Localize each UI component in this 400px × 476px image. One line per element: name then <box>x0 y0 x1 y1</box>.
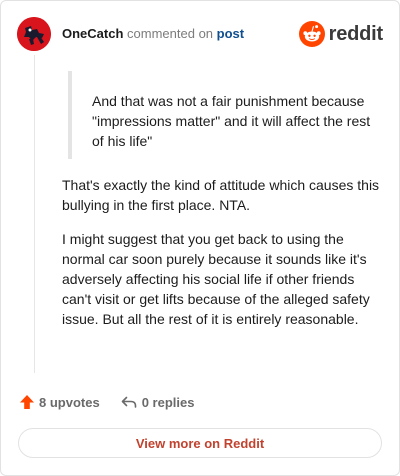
view-more-button[interactable]: View more on Reddit <box>18 428 382 458</box>
reply-button[interactable]: 0 replies <box>120 394 195 410</box>
thread-line <box>34 55 35 373</box>
upvote-button[interactable]: 8 upvotes <box>19 394 100 410</box>
comment-paragraph: I might suggest that you get back to usi… <box>62 231 370 327</box>
comment-paragraph: That's exactly the kind of attitude whic… <box>62 177 380 213</box>
comment-actions: 8 upvotes 0 replies <box>19 394 194 410</box>
reddit-snoo-icon <box>298 21 325 47</box>
reply-arrow-icon <box>121 396 136 408</box>
comment-body: And that was not a fair punishment becau… <box>62 71 380 343</box>
quoted-text: And that was not a fair punishment becau… <box>68 71 380 159</box>
reply-count: 0 replies <box>141 394 195 410</box>
reddit-wordmark: reddit <box>328 22 384 45</box>
upvote-arrow-icon <box>20 395 34 409</box>
commented-on-text: commented on <box>127 26 214 41</box>
post-link[interactable]: post <box>217 26 244 41</box>
comment-header: OneCatch commented on post reddit <box>17 17 383 51</box>
comment-byline: OneCatch commented on post <box>62 26 244 42</box>
user-avatar[interactable] <box>17 17 51 51</box>
upvote-count: 8 upvotes <box>39 394 100 410</box>
username[interactable]: OneCatch <box>62 26 123 41</box>
snoo-avatar-icon <box>17 17 51 51</box>
reddit-logo[interactable]: reddit <box>298 21 384 47</box>
comment-embed-card: OneCatch commented on post reddit And th… <box>0 0 400 476</box>
